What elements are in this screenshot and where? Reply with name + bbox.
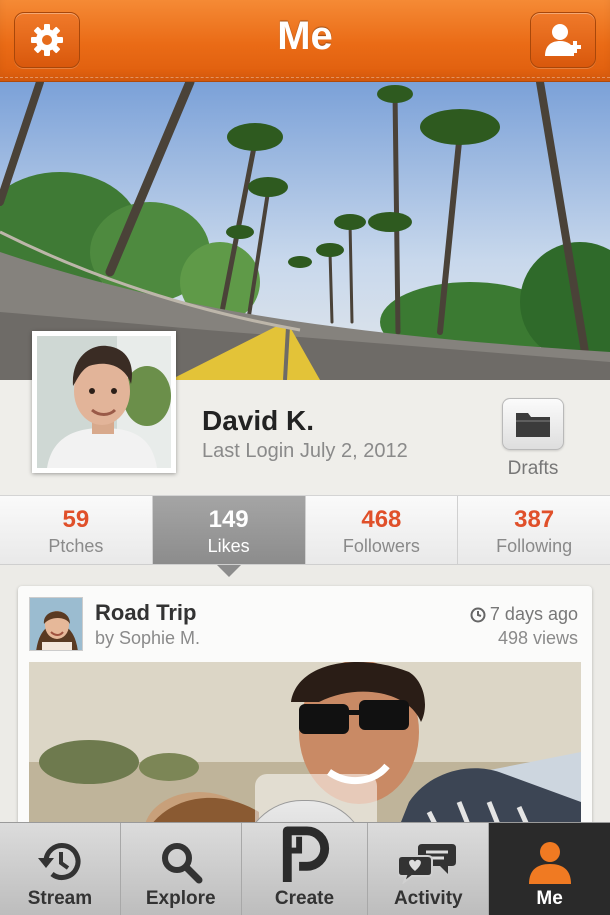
chat-bubbles-icon	[398, 844, 457, 884]
stats-bar: 59 Ptches 149 Likes 468 Followers 387 Fo…	[0, 495, 610, 577]
tab-me[interactable]: Me	[489, 823, 610, 915]
stat-following[interactable]: 387 Following	[458, 496, 610, 564]
header-bar: Me	[0, 0, 610, 82]
stat-label: Ptches	[48, 536, 104, 556]
post-time-text: 7 days ago	[489, 604, 578, 624]
tab-stream[interactable]: Stream	[0, 823, 121, 915]
stat-ptches[interactable]: 59 Ptches	[0, 496, 153, 564]
tab-label: Me	[536, 888, 563, 909]
stat-value: 59	[62, 506, 90, 533]
post-views: 498 views	[497, 628, 578, 648]
last-login-text: Last Login July 2, 2012	[202, 440, 408, 462]
add-friend-button[interactable]	[530, 12, 596, 68]
post-author[interactable]: by Sophie M.	[95, 628, 200, 649]
stat-followers[interactable]: 468 Followers	[306, 496, 459, 564]
tab-bar: Stream Explore Create Activity Me	[0, 822, 610, 915]
stat-value: 468	[361, 506, 402, 533]
post-time: 7 days ago	[470, 604, 578, 625]
stat-value: 387	[514, 506, 555, 533]
add-user-icon	[545, 24, 581, 56]
folder-icon	[516, 413, 550, 437]
tab-activity[interactable]: Activity	[368, 823, 490, 915]
tab-label: Activity	[393, 888, 463, 909]
person-icon	[528, 842, 571, 884]
stat-label: Followers	[342, 536, 420, 556]
tab-explore[interactable]: Explore	[121, 823, 242, 915]
avatar[interactable]	[32, 331, 176, 473]
tab-label: Explore	[145, 888, 216, 909]
author-avatar[interactable]	[29, 597, 83, 651]
search-icon	[161, 843, 203, 884]
stat-value: 149	[208, 506, 249, 533]
create-logo-icon	[282, 826, 329, 883]
stat-label: Likes	[207, 536, 250, 556]
tab-label: Stream	[27, 888, 93, 909]
tab-create[interactable]: Create	[242, 823, 369, 915]
stat-label: Following	[496, 536, 573, 556]
user-name: David K.	[202, 405, 315, 436]
clock-icon	[470, 607, 486, 622]
page-title: Me	[277, 14, 333, 58]
stat-likes[interactable]: 149 Likes	[152, 496, 306, 577]
drafts-button[interactable]	[502, 398, 564, 450]
post-title[interactable]: Road Trip	[95, 600, 196, 626]
history-icon	[37, 843, 81, 880]
drafts-label: Drafts	[507, 458, 559, 479]
tab-label: Create	[274, 888, 335, 909]
